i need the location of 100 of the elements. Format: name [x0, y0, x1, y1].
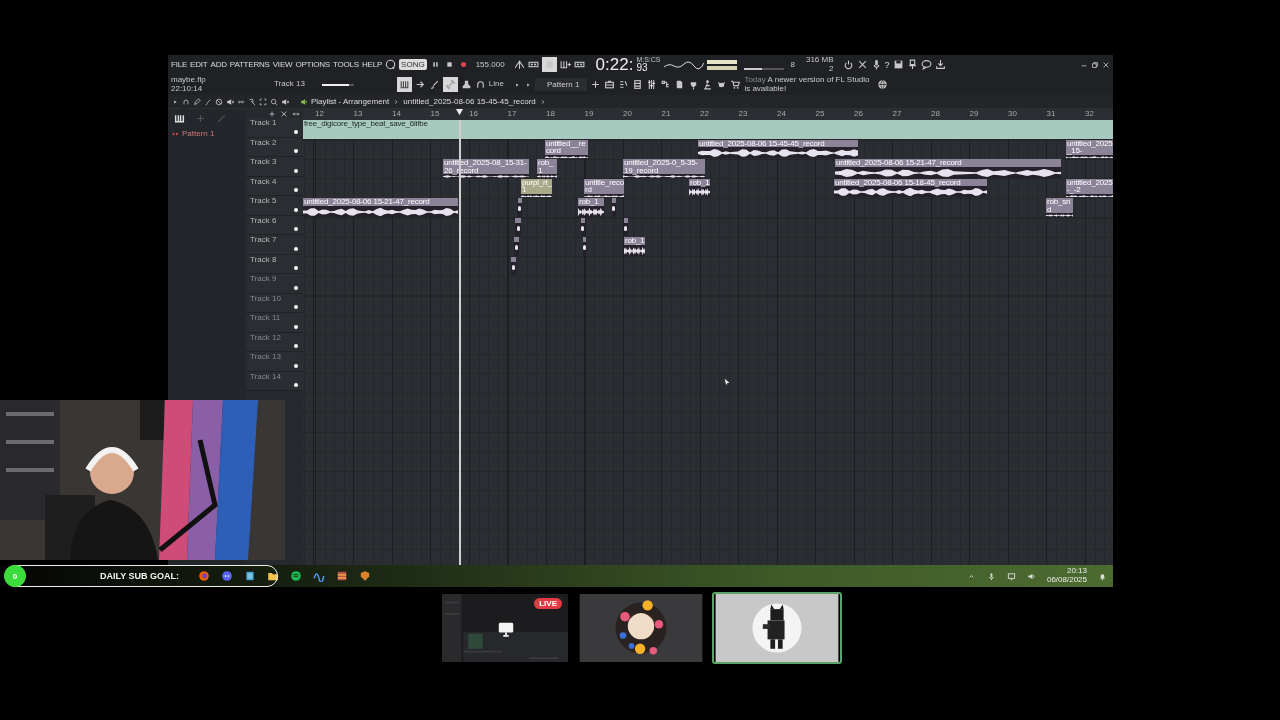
audio-clip[interactable] [581, 217, 585, 236]
clip-label-bar[interactable] [518, 198, 522, 203]
save-icon[interactable] [892, 59, 904, 70]
magnet-icon[interactable] [474, 79, 486, 90]
playlist-grid[interactable] [303, 120, 1113, 565]
magnet-icon[interactable] [182, 97, 190, 106]
comb-plus-icon[interactable] [559, 59, 571, 70]
clip-label[interactable]: untitled_2025-08-06 15-45-45_record [698, 139, 858, 147]
audio-clip[interactable]: untitled_2025-08-06 15-45-45_record [698, 139, 858, 158]
track-header[interactable]: Track 8 [246, 254, 303, 274]
audio-clip[interactable] [518, 198, 522, 217]
tree-icon[interactable] [660, 79, 672, 90]
clock-date[interactable]: 06/08/2025 [1046, 576, 1087, 585]
list-icon[interactable] [618, 79, 630, 90]
clip-label[interactable]: rob_1 [624, 237, 645, 245]
select-icon[interactable] [248, 97, 256, 106]
clip-label-bar[interactable] [514, 237, 519, 242]
clip-label-bar[interactable] [515, 217, 521, 223]
piano-roll-icon[interactable] [396, 77, 412, 92]
audio-clip[interactable]: rob_1 [578, 198, 604, 217]
track-header[interactable]: Track 6 [246, 215, 303, 235]
menu-item[interactable]: TOOLS [333, 60, 359, 69]
audio-clip[interactable] [612, 198, 616, 217]
close-icon[interactable] [1102, 60, 1110, 69]
clip-label-bar[interactable] [612, 198, 616, 203]
track-dot[interactable] [294, 344, 298, 348]
pattern-selector[interactable]: Pattern 1 [534, 78, 588, 91]
clip-label-bar[interactable] [583, 237, 586, 242]
menu-item[interactable]: ADD [210, 60, 227, 69]
close-icon[interactable] [280, 109, 288, 118]
audio-clip[interactable]: rob_snd [1046, 198, 1073, 217]
volume-slider[interactable] [321, 83, 354, 86]
clip-label[interactable]: rob_snd [1046, 198, 1073, 213]
power-icon[interactable] [842, 59, 854, 70]
track-header[interactable]: Track 14 [246, 371, 303, 391]
audio-clip[interactable]: rob_1 [624, 237, 645, 256]
track-header[interactable]: Track 11 [246, 313, 303, 333]
notepad-icon[interactable] [244, 570, 256, 582]
clip-label-bar[interactable] [624, 217, 628, 223]
folder-icon[interactable] [267, 570, 279, 582]
track-dot[interactable] [294, 324, 298, 329]
plus-icon[interactable] [268, 109, 276, 118]
clip-label[interactable]: untitled_2025-08-06 15-18-45_record [834, 178, 987, 186]
mute-icon[interactable] [226, 97, 234, 106]
speech-bubble-icon[interactable] [920, 59, 932, 70]
track-dot[interactable] [294, 168, 298, 173]
piano-icon[interactable] [174, 112, 185, 124]
menu-item[interactable]: FILE [171, 60, 188, 69]
menu-item[interactable]: OPTIONS [295, 60, 330, 69]
clip-label[interactable]: rob_1 [578, 198, 604, 206]
audio-clip[interactable] [583, 237, 586, 256]
track-dot[interactable] [294, 305, 298, 309]
clock-time[interactable]: 20:13 [1066, 567, 1087, 576]
restore-icon[interactable] [1091, 60, 1099, 69]
track-header[interactable]: Track 5 [246, 196, 303, 216]
screen-icon[interactable] [1006, 571, 1016, 581]
clip-label-bar[interactable] [581, 217, 585, 223]
browser-icon[interactable] [198, 570, 210, 582]
menu-item[interactable]: PATTERNS [229, 60, 270, 69]
toolbox-icon[interactable] [604, 79, 616, 90]
track-header[interactable]: Track 9 [246, 274, 303, 294]
help-button[interactable]: ? [884, 59, 890, 70]
cart-icon[interactable] [730, 79, 742, 90]
track-dot[interactable] [294, 246, 298, 251]
clip-label[interactable]: rob_1 [537, 159, 557, 174]
audio-clip[interactable]: untitled_2025-08-06 15-21-47_record [835, 159, 1061, 178]
call-tile[interactable]: LIVE [440, 592, 570, 664]
track-header[interactable]: Track 3 [246, 157, 303, 177]
track-header[interactable]: Track 13 [246, 352, 303, 372]
cross-icon[interactable] [856, 59, 868, 70]
audio-clip[interactable] [624, 217, 628, 236]
audio-clip[interactable]: untitled_2025-0_5-35-19_record [623, 159, 705, 178]
track-dot[interactable] [294, 207, 298, 212]
track-header[interactable]: Track 7 [246, 235, 303, 255]
update-notice[interactable]: Today A newer version of FL Studio is available! [744, 75, 875, 94]
tape-icon[interactable] [527, 59, 539, 70]
link-icon[interactable] [442, 77, 458, 92]
snap-selector[interactable]: Line [488, 80, 504, 89]
track-header[interactable]: Track 4 [246, 176, 303, 196]
brush-icon[interactable] [428, 79, 440, 90]
audio-clip[interactable] [514, 237, 519, 256]
audio-clip[interactable] [511, 256, 516, 275]
arrow-icon[interactable] [414, 79, 426, 90]
speaker-icon[interactable] [281, 97, 289, 106]
clip-label[interactable]: untitled_2025-0_5-35-19_record [623, 159, 705, 174]
grid-icon[interactable] [632, 79, 644, 90]
plus-icon[interactable] [590, 79, 602, 90]
track-header[interactable]: Track 10 [246, 293, 303, 313]
brush-icon[interactable] [204, 97, 212, 106]
menu-item[interactable]: VIEW [272, 60, 293, 69]
person-icon[interactable] [702, 79, 714, 90]
fit-icon[interactable] [259, 97, 267, 106]
track-dot[interactable] [294, 188, 298, 192]
wave-app-icon[interactable] [313, 570, 325, 582]
chat-app-icon[interactable] [221, 570, 233, 582]
shield-icon[interactable] [359, 570, 371, 582]
square-icon[interactable] [541, 57, 557, 72]
clip-label[interactable]: rob_1 [689, 178, 710, 186]
menu-item[interactable]: EDIT [190, 60, 208, 69]
track-header[interactable]: Track 12 [246, 332, 303, 352]
